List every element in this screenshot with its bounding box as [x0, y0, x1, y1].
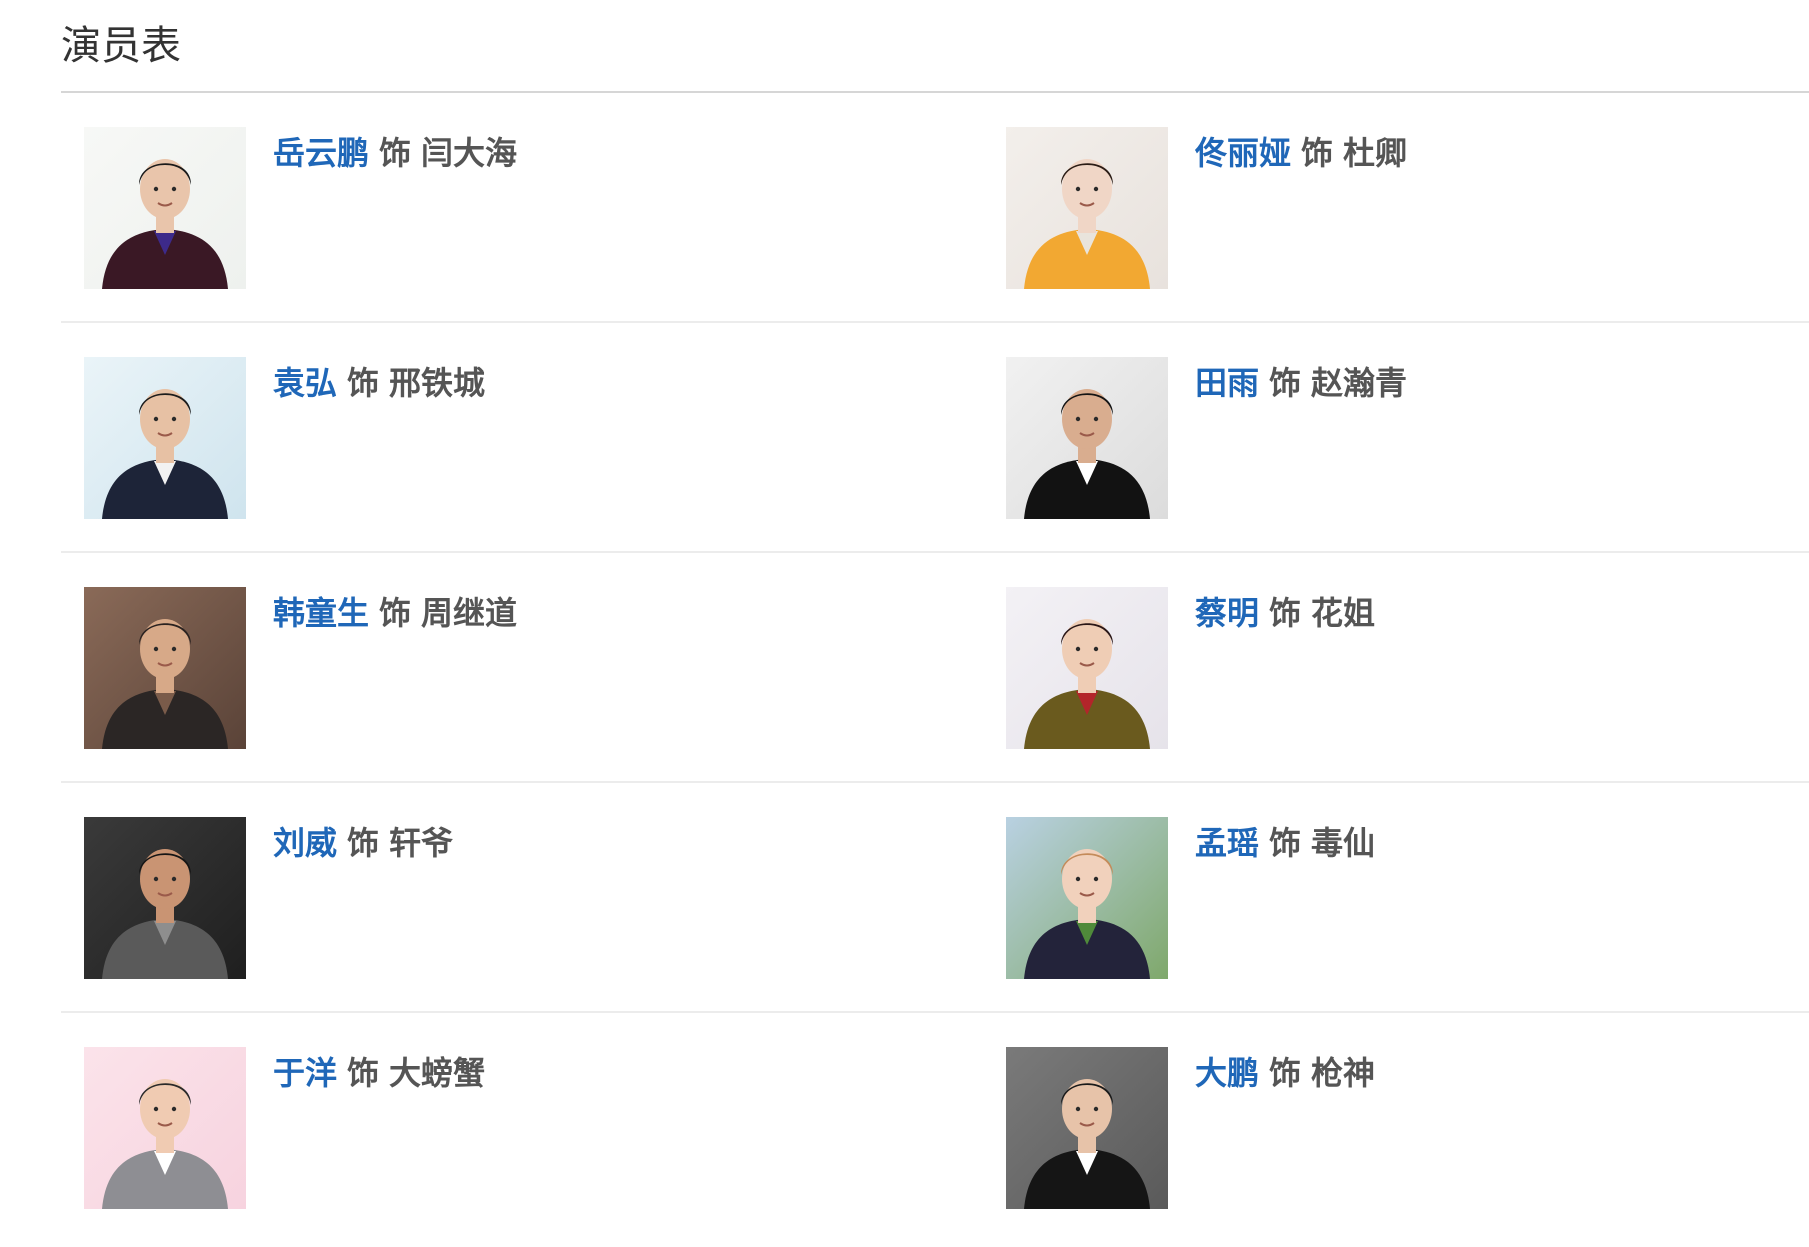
portrait-eye — [1093, 646, 1099, 652]
actor-name-link[interactable]: 韩童生 — [273, 594, 369, 632]
as-label: 饰 — [379, 134, 412, 172]
actor-photo[interactable] — [84, 587, 246, 749]
portrait-eye — [153, 876, 159, 882]
as-label: 饰 — [347, 824, 380, 862]
actor-name-link[interactable]: 佟丽娅 — [1195, 134, 1291, 172]
cast-item: 岳云鹏饰闫大海 — [84, 127, 944, 289]
role-name: 轩爷 — [389, 824, 454, 862]
actor-name-link[interactable]: 蔡明 — [1195, 594, 1259, 632]
actor-photo[interactable] — [1006, 1047, 1168, 1209]
cast-row: 于洋饰大螃蟹 大鹏饰枪神 — [61, 1013, 1809, 1243]
portrait-eye — [153, 1106, 159, 1112]
actor-name-link[interactable]: 刘威 — [273, 824, 337, 862]
cast-caption: 袁弘饰邢铁城 — [273, 363, 485, 403]
cast-item: 佟丽娅饰杜卿 — [1006, 127, 1809, 289]
actor-name-link[interactable]: 于洋 — [273, 1054, 337, 1092]
portrait-eye — [1075, 646, 1081, 652]
cast-item: 孟瑶饰毒仙 — [1006, 817, 1809, 979]
portrait-image — [1006, 357, 1168, 519]
portrait-image — [84, 357, 246, 519]
cast-caption: 岳云鹏饰闫大海 — [273, 133, 517, 173]
role-name: 赵瀚青 — [1311, 364, 1408, 402]
portrait-eye — [171, 646, 177, 652]
cast-caption: 于洋饰大螃蟹 — [273, 1053, 485, 1093]
portrait-image — [84, 1047, 246, 1209]
cast-row: 韩童生饰周继道 蔡明饰花姐 — [61, 553, 1809, 783]
role-name: 枪神 — [1311, 1054, 1376, 1092]
cast-caption: 刘威饰轩爷 — [273, 823, 453, 863]
cast-row: 岳云鹏饰闫大海 佟丽娅饰杜卿 — [61, 93, 1809, 323]
cast-item: 蔡明饰花姐 — [1006, 587, 1809, 749]
cast-caption: 佟丽娅饰杜卿 — [1195, 133, 1407, 173]
portrait-eye — [171, 1106, 177, 1112]
role-name: 毒仙 — [1311, 824, 1376, 862]
cast-row: 刘威饰轩爷 孟瑶饰毒仙 — [61, 783, 1809, 1013]
role-name: 花姐 — [1311, 594, 1376, 632]
portrait-image — [84, 587, 246, 749]
cast-item: 韩童生饰周继道 — [84, 587, 944, 749]
cast-item: 刘威饰轩爷 — [84, 817, 944, 979]
actor-photo[interactable] — [84, 817, 246, 979]
actor-photo[interactable] — [1006, 357, 1168, 519]
portrait-eye — [1075, 416, 1081, 422]
as-label: 饰 — [1269, 594, 1302, 632]
portrait-image — [1006, 817, 1168, 979]
cast-list: 岳云鹏饰闫大海 佟丽娅饰杜卿 袁弘饰邢铁城 田雨饰赵瀚青 韩童生 饰 周继道 蔡… — [61, 93, 1809, 1243]
portrait-eye — [1093, 186, 1099, 192]
actor-photo[interactable] — [84, 357, 246, 519]
cast-page: 演员表 岳云鹏饰闫大海 佟丽娅饰杜卿 袁弘饰邢铁城 田雨 饰 赵瀚青 韩童生 饰… — [0, 0, 1809, 1247]
portrait-eye — [1075, 876, 1081, 882]
actor-name-link[interactable]: 大鹏 — [1195, 1054, 1259, 1092]
actor-photo[interactable] — [84, 127, 246, 289]
cast-item: 田雨饰赵瀚青 — [1006, 357, 1809, 519]
cast-row: 袁弘饰邢铁城 田雨饰赵瀚青 — [61, 323, 1809, 553]
as-label: 饰 — [1269, 1054, 1302, 1092]
as-label: 饰 — [1301, 134, 1334, 172]
portrait-image — [1006, 127, 1168, 289]
actor-name-link[interactable]: 田雨 — [1195, 364, 1259, 402]
actor-photo[interactable] — [84, 1047, 246, 1209]
portrait-image — [84, 127, 246, 289]
portrait-eye — [1075, 186, 1081, 192]
portrait-eye — [1093, 1106, 1099, 1112]
portrait-eye — [171, 416, 177, 422]
as-label: 饰 — [1269, 824, 1302, 862]
portrait-eye — [153, 416, 159, 422]
cast-item: 大鹏饰枪神 — [1006, 1047, 1809, 1209]
actor-photo[interactable] — [1006, 127, 1168, 289]
actor-photo[interactable] — [1006, 587, 1168, 749]
role-name: 闫大海 — [421, 134, 518, 172]
portrait-eye — [171, 876, 177, 882]
actor-name-link[interactable]: 孟瑶 — [1195, 824, 1259, 862]
actor-name-link[interactable]: 岳云鹏 — [273, 134, 369, 172]
role-name: 周继道 — [421, 594, 518, 632]
portrait-eye — [171, 186, 177, 192]
actor-name-link[interactable]: 袁弘 — [273, 364, 337, 402]
section-title: 演员表 — [61, 23, 181, 69]
cast-caption: 韩童生饰周继道 — [273, 593, 517, 633]
role-name: 杜卿 — [1343, 134, 1408, 172]
as-label: 饰 — [347, 1054, 380, 1092]
portrait-image — [1006, 1047, 1168, 1209]
role-name: 邢铁城 — [389, 364, 486, 402]
cast-caption: 田雨饰赵瀚青 — [1195, 363, 1407, 403]
cast-caption: 大鹏饰枪神 — [1195, 1053, 1375, 1093]
as-label: 饰 — [1269, 364, 1302, 402]
portrait-eye — [153, 646, 159, 652]
as-label: 饰 — [379, 594, 412, 632]
portrait-image — [84, 817, 246, 979]
cast-caption: 孟瑶饰毒仙 — [1195, 823, 1375, 863]
portrait-eye — [1075, 1106, 1081, 1112]
actor-photo[interactable] — [1006, 817, 1168, 979]
cast-item: 袁弘饰邢铁城 — [84, 357, 944, 519]
as-label: 饰 — [347, 364, 380, 402]
portrait-eye — [1093, 876, 1099, 882]
portrait-image — [1006, 587, 1168, 749]
role-name: 大螃蟹 — [389, 1054, 486, 1092]
portrait-eye — [1093, 416, 1099, 422]
portrait-eye — [153, 186, 159, 192]
cast-caption: 蔡明饰花姐 — [1195, 593, 1375, 633]
cast-item: 于洋饰大螃蟹 — [84, 1047, 944, 1209]
